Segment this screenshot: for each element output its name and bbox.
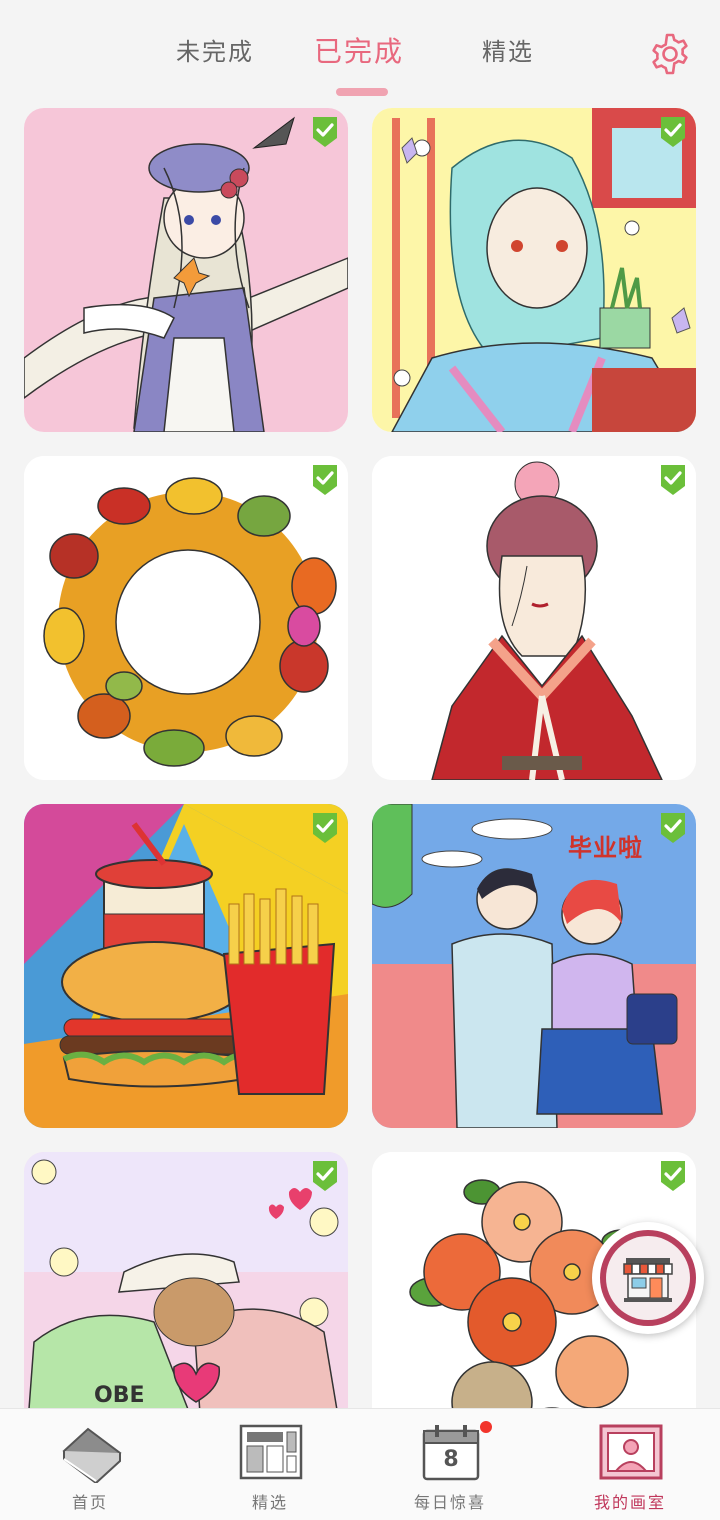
artwork-card[interactable] (372, 108, 696, 432)
completed-check-icon (661, 117, 685, 147)
bottom-navigation: 首页 精选 8 每日惊喜 我的画室 (0, 1408, 720, 1520)
nav-featured[interactable]: 精选 (180, 1409, 360, 1520)
tab-featured[interactable]: 精选 (482, 32, 534, 67)
nav-home[interactable]: 首页 (0, 1409, 180, 1520)
active-tab-indicator (336, 88, 388, 96)
completed-check-icon (313, 1161, 337, 1191)
portrait-frame-icon (599, 1424, 663, 1480)
nav-daily-surprise-label: 每日惊喜 (413, 1493, 486, 1512)
notification-dot (480, 1421, 492, 1433)
completed-check-icon (313, 465, 337, 495)
nav-home-label: 首页 (71, 1493, 108, 1512)
artwork-autumn-wreath (24, 456, 348, 780)
completed-check-icon (313, 813, 337, 843)
completed-check-icon (313, 117, 337, 147)
tab-completed[interactable]: 已完成 (314, 30, 404, 70)
artwork-card[interactable] (24, 456, 348, 780)
top-tab-bar: 未完成 已完成 精选 (0, 0, 720, 100)
nav-my-studio[interactable]: 我的画室 (540, 1409, 720, 1520)
book-icon (62, 1427, 122, 1483)
calendar-day-number: 8 (443, 1447, 459, 1472)
store-button[interactable] (592, 1222, 704, 1334)
artwork-card[interactable] (372, 456, 696, 780)
artwork-card[interactable]: 毕业啦 (372, 804, 696, 1128)
artwork-anime-girl-hat (24, 108, 348, 432)
completed-check-icon (661, 1161, 685, 1191)
svg-text:OBE: OBE (94, 1383, 145, 1408)
artwork-card[interactable] (24, 804, 348, 1128)
store-icon (623, 1258, 673, 1302)
nav-daily-surprise[interactable]: 8 每日惊喜 (360, 1409, 540, 1520)
gear-icon[interactable] (646, 30, 694, 78)
artwork-caption: 毕业啦 (568, 834, 643, 862)
nav-featured-label: 精选 (251, 1493, 288, 1512)
completed-check-icon (661, 813, 685, 843)
artwork-card[interactable] (24, 108, 348, 432)
artwork-anime-girl-teal-hair (372, 108, 696, 432)
tab-unfinished[interactable]: 未完成 (176, 32, 254, 67)
artwork-girl-red-kimono (372, 456, 696, 780)
gallery-grid-icon (239, 1424, 303, 1480)
artwork-burger-fries (24, 804, 348, 1128)
nav-my-studio-label: 我的画室 (593, 1493, 666, 1512)
completed-check-icon (661, 465, 685, 495)
artwork-graduation-couple (372, 804, 696, 1128)
